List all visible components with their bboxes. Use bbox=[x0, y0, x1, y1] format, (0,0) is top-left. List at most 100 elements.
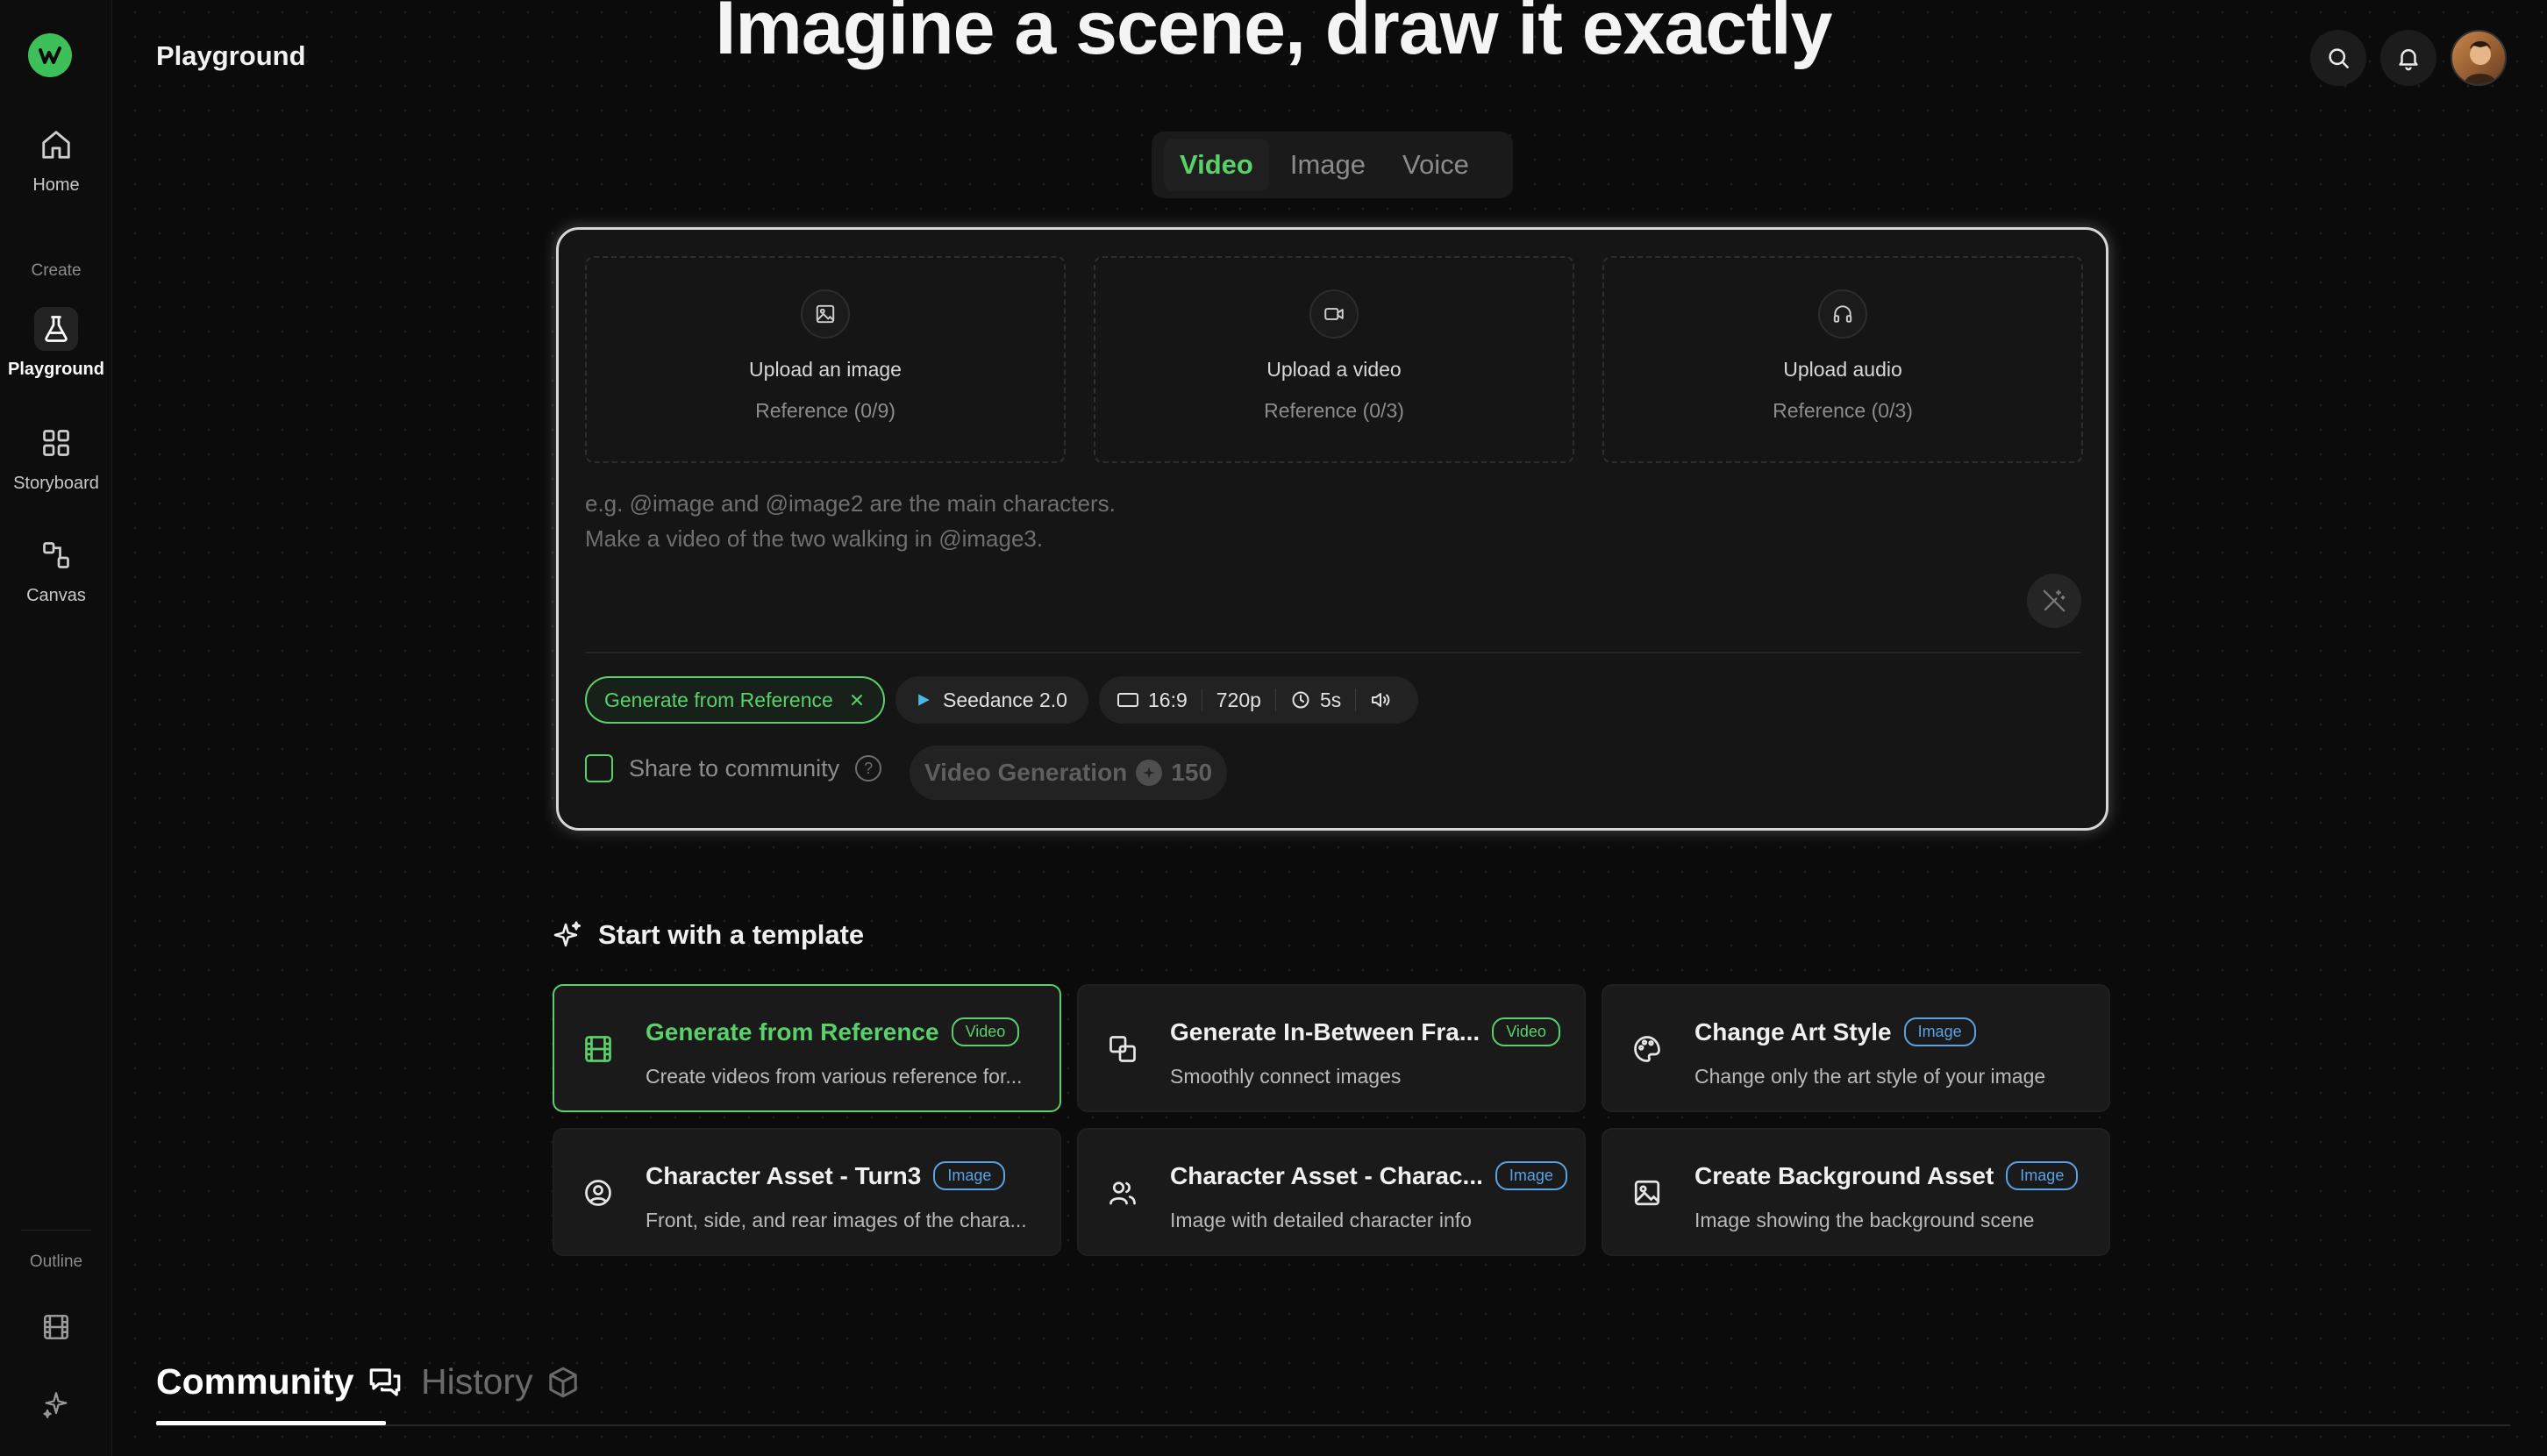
active-tab-indicator bbox=[156, 1421, 386, 1425]
enhance-prompt-button[interactable] bbox=[2027, 574, 2081, 628]
template-title: Character Asset - Turn3 Image bbox=[646, 1161, 1006, 1190]
user-avatar[interactable] bbox=[2451, 30, 2507, 86]
notifications-button[interactable] bbox=[2380, 30, 2436, 86]
tab-voice[interactable]: Voice bbox=[1387, 139, 1485, 191]
tab-image[interactable]: Image bbox=[1274, 139, 1381, 191]
template-badge: Image bbox=[933, 1161, 1006, 1190]
template-card-character-info[interactable]: Character Asset - Charac... Image Image … bbox=[1077, 1128, 1586, 1256]
search-button[interactable] bbox=[2310, 30, 2366, 86]
sidebar-item-label: Playground bbox=[7, 360, 104, 379]
template-description: Change only the art style of your image bbox=[1694, 1065, 2046, 1088]
sidebar-item-playground[interactable]: Playground bbox=[0, 307, 112, 380]
sidebar-divider bbox=[21, 1230, 91, 1231]
mode-tabs: Video Image Voice bbox=[1152, 132, 1513, 198]
upload-audio-dropzone[interactable]: Upload audio Reference (0/3) bbox=[1602, 256, 2083, 463]
tab-history[interactable]: History bbox=[421, 1361, 581, 1402]
sidebar: Home Create Playground Storyboard Canvas… bbox=[0, 0, 112, 1456]
upload-reference-count: Reference (0/3) bbox=[1264, 399, 1404, 422]
templates-heading-label: Start with a template bbox=[598, 919, 865, 950]
generate-label: Video Generation bbox=[924, 759, 1128, 786]
upload-title: Upload a video bbox=[1266, 358, 1402, 381]
template-badge: Video bbox=[951, 1017, 1020, 1046]
upload-title: Upload audio bbox=[1783, 358, 1902, 381]
template-card-change-art-style[interactable]: Change Art Style Image Change only the a… bbox=[1602, 984, 2110, 1112]
sidebar-item-home[interactable]: Home bbox=[0, 123, 112, 196]
flask-icon bbox=[34, 307, 78, 351]
search-icon bbox=[2329, 48, 2349, 68]
model-selector[interactable]: Seedance 2.0 bbox=[895, 676, 1088, 724]
prompt-placeholder-line: Make a video of the two walking in @imag… bbox=[585, 525, 1044, 552]
frames-connect-icon bbox=[1105, 1031, 1140, 1067]
image-icon bbox=[801, 289, 850, 339]
aspect-ratio-icon bbox=[1117, 693, 1138, 707]
upload-reference-count: Reference (0/3) bbox=[1773, 399, 1913, 422]
template-title: Character Asset - Charac... Image bbox=[1170, 1161, 1567, 1190]
palette-icon bbox=[1630, 1031, 1665, 1067]
hero-headline: Imagine a scene, draw it exactly bbox=[715, 0, 1833, 70]
headphones-icon bbox=[1818, 289, 1867, 339]
prompt-placeholder-line: e.g. @image and @image2 are the main cha… bbox=[585, 490, 1116, 517]
share-label: Share to community bbox=[629, 754, 840, 782]
tab-community[interactable]: Community bbox=[156, 1361, 403, 1402]
sidebar-item-label: Home bbox=[32, 175, 80, 195]
canvas-icon bbox=[34, 533, 78, 577]
upload-image-dropzone[interactable]: Upload an image Reference (0/9) bbox=[585, 256, 1066, 463]
magic-wand-off-icon bbox=[2043, 589, 2065, 612]
home-icon bbox=[34, 123, 78, 167]
sidebar-section-create: Create bbox=[31, 261, 82, 280]
close-icon[interactable] bbox=[848, 691, 866, 709]
video-generation-button[interactable]: Video Generation 150 bbox=[910, 746, 1227, 800]
template-title: Generate In-Between Fra... Video bbox=[1170, 1017, 1560, 1046]
template-badge: Video bbox=[1492, 1017, 1560, 1046]
templates-heading: Start with a template bbox=[553, 919, 864, 951]
image-icon bbox=[1630, 1175, 1665, 1210]
film-icon bbox=[34, 1305, 78, 1349]
duration-value: 5s bbox=[1319, 688, 1342, 711]
bell-icon bbox=[2399, 49, 2418, 71]
sidebar-item-canvas[interactable]: Canvas bbox=[0, 533, 112, 606]
upload-video-dropzone[interactable]: Upload a video Reference (0/3) bbox=[1094, 256, 1574, 463]
users-icon bbox=[1105, 1175, 1140, 1210]
tab-label: History bbox=[421, 1361, 533, 1402]
template-description: Image showing the background scene bbox=[1694, 1209, 2035, 1231]
video-settings-selector[interactable]: 16:9 720p 5s bbox=[1099, 676, 1418, 724]
box-icon bbox=[548, 1367, 577, 1397]
template-description: Front, side, and rear images of the char… bbox=[646, 1209, 1027, 1231]
template-badge: Image bbox=[2006, 1161, 2079, 1190]
template-description: Image with detailed character info bbox=[1170, 1209, 1472, 1231]
share-checkbox[interactable] bbox=[585, 754, 613, 782]
sparkles-icon bbox=[553, 921, 581, 947]
sidebar-item-storyboard[interactable]: Storyboard bbox=[0, 421, 112, 494]
film-icon bbox=[581, 1031, 616, 1067]
sidebar-item-label: Storyboard bbox=[13, 474, 99, 493]
credit-coin-icon bbox=[1136, 760, 1163, 786]
aspect-ratio-value: 16:9 bbox=[1148, 688, 1188, 711]
tab-video[interactable]: Video bbox=[1164, 139, 1269, 191]
template-card-generate-from-reference[interactable]: Generate from Reference Video Create vid… bbox=[553, 984, 1061, 1112]
template-title: Change Art Style Image bbox=[1694, 1017, 1976, 1046]
help-icon[interactable]: ? bbox=[855, 755, 882, 782]
volume-icon bbox=[1372, 693, 1390, 707]
generate-from-reference-chip[interactable]: Generate from Reference bbox=[585, 676, 885, 724]
template-card-background-asset[interactable]: Create Background Asset Image Image show… bbox=[1602, 1128, 2110, 1256]
generate-cost: 150 bbox=[1171, 759, 1213, 786]
template-title: Create Background Asset Image bbox=[1694, 1161, 2079, 1190]
share-to-community: Share to community ? bbox=[585, 754, 882, 782]
model-logo-icon bbox=[918, 694, 930, 706]
template-title: Generate from Reference Video bbox=[646, 1017, 1020, 1046]
sidebar-item-outline-film[interactable] bbox=[0, 1305, 112, 1358]
sidebar-section-outline: Outline bbox=[29, 1253, 83, 1271]
template-card-in-between-frames[interactable]: Generate In-Between Fra... Video Smoothl… bbox=[1077, 984, 1586, 1112]
template-badge: Image bbox=[1903, 1017, 1976, 1046]
resolution-value: 720p bbox=[1216, 688, 1261, 711]
chip-label: Generate from Reference bbox=[604, 688, 833, 711]
sidebar-item-sparkles[interactable] bbox=[0, 1382, 112, 1435]
model-name: Seedance 2.0 bbox=[943, 688, 1067, 711]
clock-icon bbox=[1292, 691, 1309, 709]
template-card-character-turn3[interactable]: Character Asset - Turn3 Image Front, sid… bbox=[553, 1128, 1061, 1256]
template-description: Smoothly connect images bbox=[1170, 1065, 1402, 1088]
template-description: Create videos from various reference for… bbox=[646, 1065, 1023, 1088]
video-camera-icon bbox=[1309, 289, 1359, 339]
prompt-input[interactable]: e.g. @image and @image2 are the main cha… bbox=[585, 486, 1988, 556]
chat-bubbles-icon bbox=[369, 1367, 400, 1396]
